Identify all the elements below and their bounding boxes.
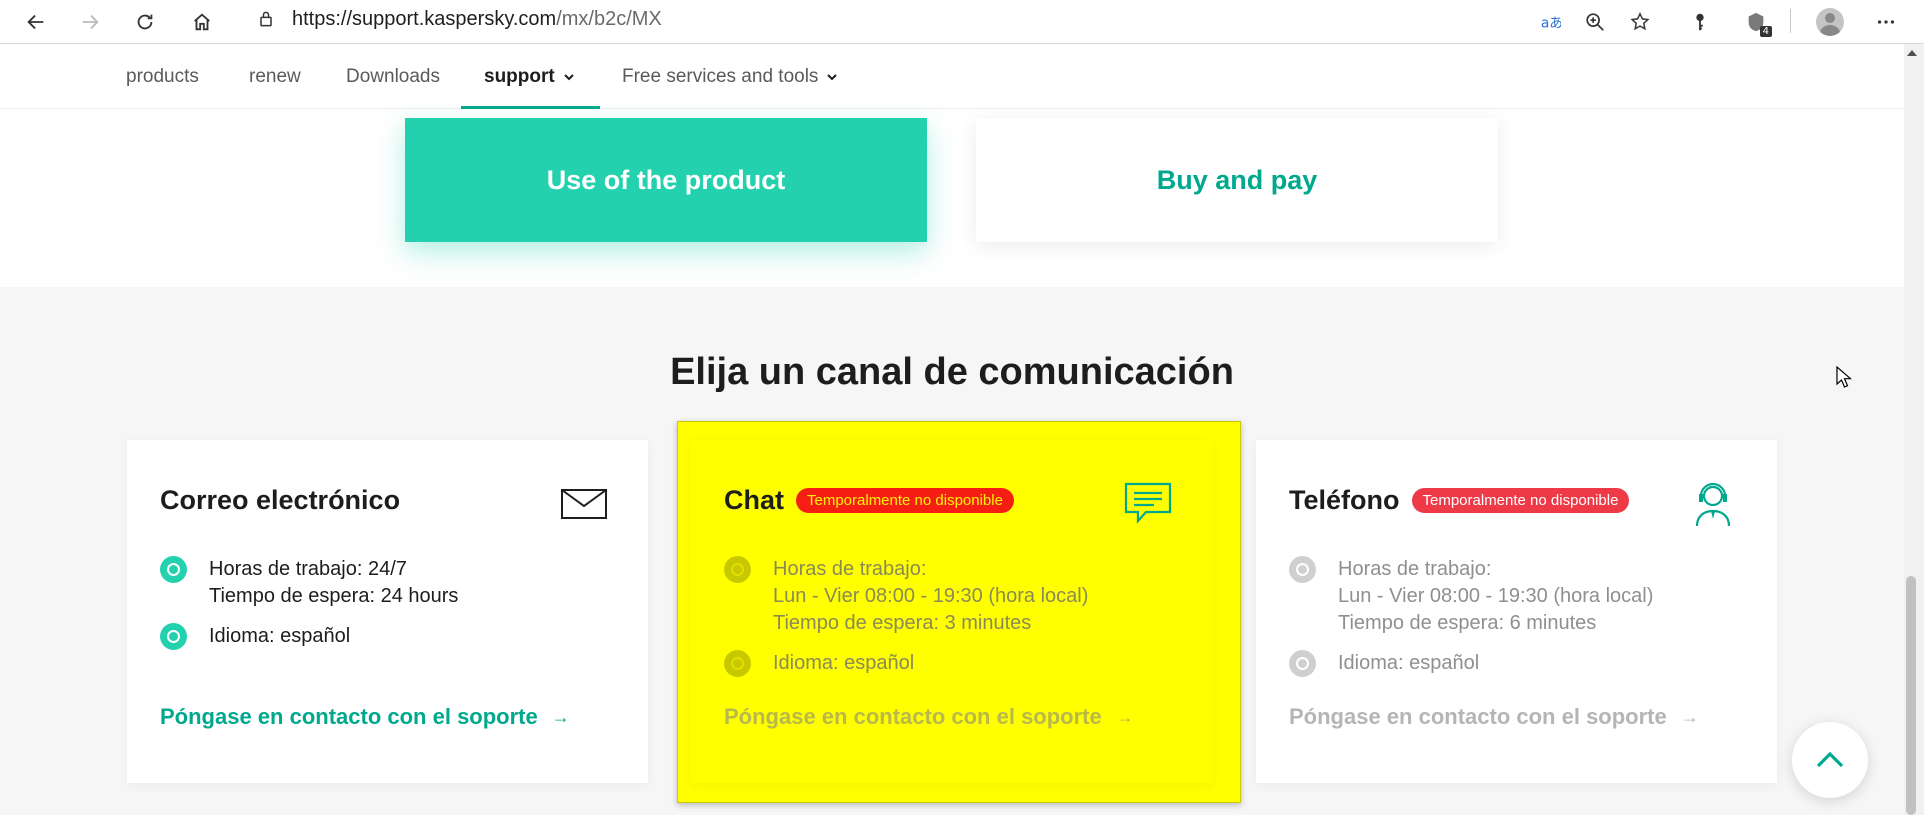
zoom-icon[interactable] bbox=[1577, 4, 1613, 40]
phone-card: Teléfono Temporalmente no disponible Hor… bbox=[1256, 440, 1777, 783]
profile-icon[interactable] bbox=[1812, 4, 1848, 40]
nav-free-services[interactable]: Free services and tools bbox=[622, 44, 838, 109]
topic-tiles: Use of the product Buy and pay bbox=[0, 109, 1904, 287]
card-title: Teléfono Temporalmente no disponible bbox=[1289, 485, 1630, 516]
section-title: Elija un canal de comunicación bbox=[670, 351, 1234, 393]
envelope-icon bbox=[561, 489, 607, 519]
svg-text:aあ: aあ bbox=[1541, 16, 1561, 32]
card-title: Correo electrónico bbox=[160, 485, 401, 515]
favorites-icon[interactable] bbox=[1622, 4, 1658, 40]
browser-toolbar: https://support.kaspersky.com/mx/b2c/MX … bbox=[0, 0, 1924, 44]
status-dot-icon bbox=[724, 556, 751, 583]
status-dot-icon bbox=[1289, 556, 1316, 583]
status-dot-icon bbox=[724, 650, 751, 677]
scrollbar-thumb[interactable] bbox=[1906, 576, 1916, 815]
chevron-down-icon bbox=[564, 73, 574, 80]
language: Idioma: español bbox=[724, 650, 914, 677]
arrow-right-icon: → bbox=[1115, 706, 1134, 727]
chat-icon bbox=[1124, 482, 1172, 524]
status-dot-icon bbox=[160, 556, 187, 583]
nav-downloads[interactable]: Downloads bbox=[346, 44, 440, 109]
nav-products[interactable]: products bbox=[126, 44, 199, 109]
nav-renew[interactable]: renew bbox=[249, 44, 301, 109]
arrow-right-icon: → bbox=[551, 706, 570, 727]
working-hours: Horas de trabajo: 24/7 Tiempo de espera: … bbox=[160, 556, 458, 610]
contact-support-link[interactable]: Póngase en contacto con el soporte → bbox=[1289, 704, 1699, 730]
refresh-icon[interactable] bbox=[127, 4, 163, 40]
email-card: Correo electrónico Horas de trabajo: 24/… bbox=[127, 440, 648, 783]
site-nav: products renew Downloads support Free se… bbox=[0, 44, 1904, 109]
arrow-right-icon: → bbox=[1680, 706, 1699, 727]
more-icon[interactable] bbox=[1868, 4, 1904, 40]
forward-icon[interactable] bbox=[72, 4, 108, 40]
scroll-to-top-button[interactable] bbox=[1792, 722, 1868, 798]
address-bar[interactable]: https://support.kaspersky.com/mx/b2c/MX bbox=[236, 0, 1530, 38]
home-icon[interactable] bbox=[184, 4, 220, 40]
card-title: Chat Temporalmente no disponible bbox=[724, 485, 1014, 516]
back-icon[interactable] bbox=[18, 4, 54, 40]
toolbar-divider bbox=[1790, 9, 1791, 33]
language: Idioma: español bbox=[1289, 650, 1479, 677]
chat-card: Chat Temporalmente no disponible Horas d… bbox=[691, 440, 1212, 783]
chevron-down-icon bbox=[827, 73, 838, 80]
nav-support[interactable]: support bbox=[484, 44, 575, 109]
buy-and-pay-tile[interactable]: Buy and pay bbox=[976, 118, 1498, 242]
url-path: /mx/b2c/MX bbox=[556, 7, 662, 30]
status-badge: Temporalmente no disponible bbox=[1411, 488, 1630, 513]
read-aloud-icon[interactable]: aあ bbox=[1532, 4, 1568, 40]
status-badge: Temporalmente no disponible bbox=[796, 488, 1014, 513]
contact-support-link[interactable]: Póngase en contacto con el soporte → bbox=[724, 704, 1134, 730]
extension-badge: 4 bbox=[1759, 26, 1772, 37]
working-hours: Horas de trabajo: Lun - Vier 08:00 - 19:3… bbox=[724, 556, 1088, 637]
channels-section: Elija un canal de comunicación Correo el… bbox=[0, 287, 1904, 815]
url-host: https://support.kaspersky.com bbox=[292, 7, 557, 30]
language: Idioma: español bbox=[160, 623, 350, 650]
scrollbar-up-arrow[interactable] bbox=[1907, 50, 1917, 56]
mouse-cursor-icon bbox=[1836, 366, 1852, 388]
headset-icon bbox=[1695, 482, 1731, 526]
lock-icon bbox=[260, 11, 272, 27]
key-icon[interactable] bbox=[1682, 4, 1718, 40]
status-dot-icon bbox=[160, 623, 187, 650]
extension-icon[interactable]: 4 bbox=[1738, 4, 1774, 40]
contact-support-link[interactable]: Póngase en contacto con el soporte → bbox=[160, 704, 570, 730]
use-of-product-tile[interactable]: Use of the product bbox=[405, 118, 927, 242]
working-hours: Horas de trabajo: Lun - Vier 08:00 - 19:3… bbox=[1289, 556, 1653, 637]
chevron-up-icon bbox=[1816, 751, 1844, 768]
status-dot-icon bbox=[1289, 650, 1316, 677]
